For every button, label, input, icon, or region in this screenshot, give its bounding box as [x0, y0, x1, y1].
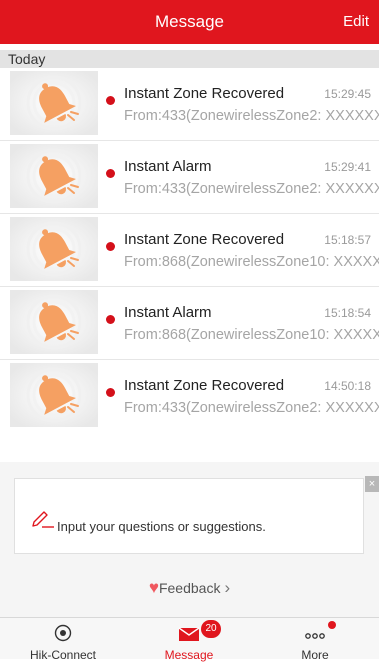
- bell-icon: [10, 71, 98, 135]
- edit-button[interactable]: Edit: [343, 0, 369, 44]
- tab-label: More: [301, 648, 329, 662]
- feedback-panel: × Input your questions or suggestions. ♥…: [0, 462, 379, 628]
- message-time: 15:18:54: [324, 306, 371, 320]
- message-source: From:868(ZonewirelessZone10: XXXXX: [124, 254, 379, 270]
- message-list[interactable]: Instant Zone Recovered 15:29:45 From:433…: [0, 68, 379, 432]
- message-row[interactable]: Instant Zone Recovered 15:29:45 From:433…: [0, 68, 379, 141]
- feedback-input[interactable]: Input your questions or suggestions.: [14, 478, 364, 554]
- page-title: Message: [155, 12, 224, 31]
- tab-label: Hik-Connect: [29, 648, 97, 662]
- message-title: Instant Alarm: [124, 158, 212, 175]
- unread-count-badge: 20: [201, 620, 221, 638]
- alarm-thumbnail: [10, 144, 98, 208]
- section-label: Today: [8, 51, 46, 67]
- message-title: Instant Zone Recovered: [124, 85, 285, 102]
- unread-indicator: [106, 96, 115, 105]
- bell-icon: [10, 290, 98, 354]
- message-source: From:433(ZonewirelessZone2: XXXXXX): [124, 108, 379, 124]
- pencil-icon: [32, 511, 54, 528]
- unread-indicator: [106, 242, 115, 251]
- alarm-thumbnail: [10, 363, 98, 427]
- tab-message[interactable]: 20 Message: [126, 618, 252, 662]
- bell-icon: [10, 217, 98, 281]
- message-title: Instant Alarm: [124, 304, 212, 321]
- message-row[interactable]: Instant Alarm 15:29:41 From:433(Zonewire…: [0, 141, 379, 214]
- more-dots-icon: [305, 633, 325, 639]
- message-title: Instant Zone Recovered: [124, 231, 285, 248]
- close-feedback-button[interactable]: ×: [365, 476, 379, 492]
- unread-indicator: [106, 388, 115, 397]
- message-source: From:868(ZonewirelessZone10: XXXXX: [124, 327, 379, 343]
- chevron-right-icon: ›: [224, 578, 231, 597]
- heart-icon: ♥: [148, 578, 159, 597]
- unread-indicator: [106, 315, 115, 324]
- tab-bar: Hik-Connect 20 Message More: [0, 617, 379, 662]
- alarm-thumbnail: [10, 71, 98, 135]
- bell-icon: [10, 144, 98, 208]
- message-time: 14:50:18: [324, 379, 371, 393]
- message-source: From:433(ZonewirelessZone2: XXXXXX): [124, 400, 379, 416]
- message-source: From:433(ZonewirelessZone2: XXXXXX: [124, 181, 379, 197]
- feedback-placeholder: Input your questions or suggestions.: [57, 519, 266, 534]
- unread-indicator: [106, 169, 115, 178]
- tab-hik-connect[interactable]: Hik-Connect: [0, 618, 126, 662]
- message-row[interactable]: Instant Zone Recovered 15:18:57 From:868…: [0, 214, 379, 287]
- alarm-thumbnail: [10, 290, 98, 354]
- message-time: 15:18:57: [324, 233, 371, 247]
- feedback-link[interactable]: ♥Feedback ›: [0, 578, 379, 602]
- bell-icon: [10, 363, 98, 427]
- feedback-label: Feedback: [158, 580, 221, 596]
- tab-label: Message: [164, 648, 214, 662]
- message-row[interactable]: Instant Zone Recovered 14:50:18 From:433…: [0, 360, 379, 432]
- message-time: 15:29:41: [324, 160, 371, 174]
- section-header-today: Today: [0, 50, 379, 68]
- envelope-icon: [178, 627, 200, 641]
- navigation-bar: Message Edit: [0, 0, 379, 44]
- alarm-thumbnail: [10, 217, 98, 281]
- message-row[interactable]: Instant Alarm 15:18:54 From:868(Zonewire…: [0, 287, 379, 360]
- tab-more[interactable]: More: [252, 618, 378, 662]
- hik-connect-icon: [54, 624, 72, 642]
- message-title: Instant Zone Recovered: [124, 377, 285, 394]
- notification-dot: [328, 621, 336, 629]
- message-time: 15:29:45: [324, 87, 371, 101]
